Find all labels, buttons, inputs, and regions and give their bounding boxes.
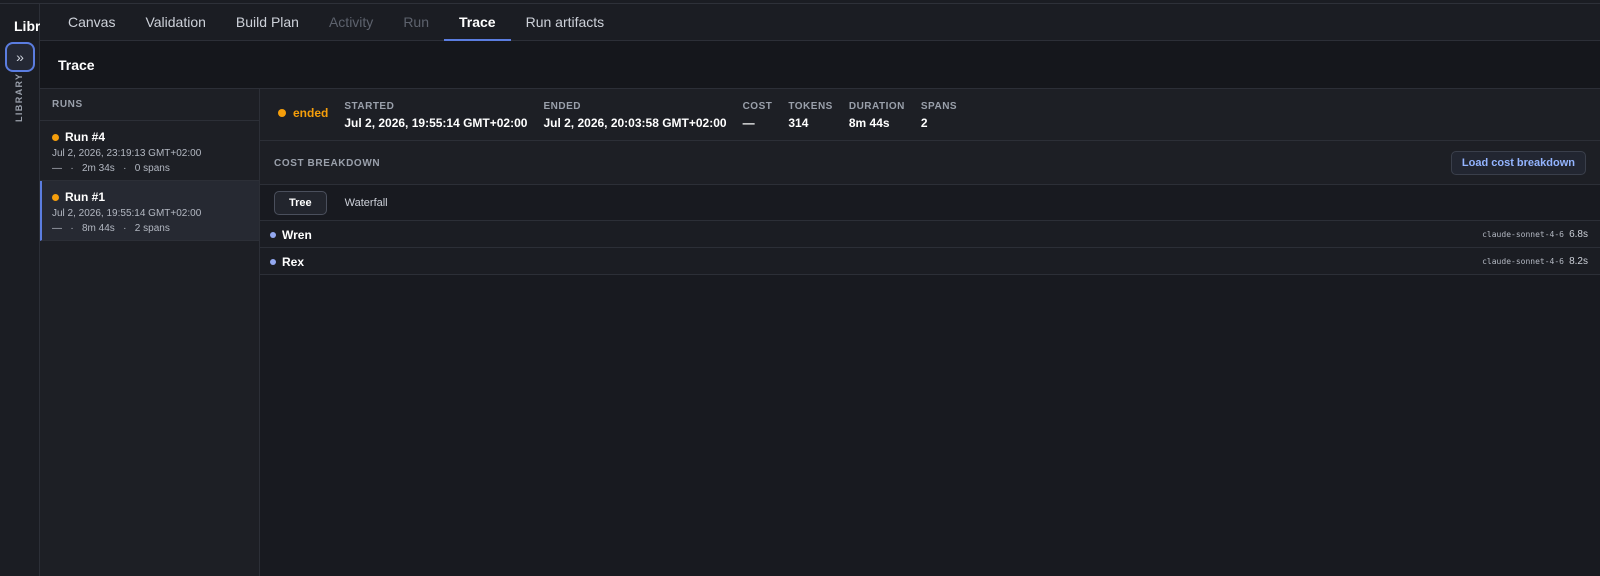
run-item-4[interactable]: Run #4 Jul 2, 2026, 23:19:13 GMT+02:00 —… <box>40 121 259 181</box>
span-name: Rex <box>282 255 305 269</box>
stat-label: TOKENS <box>788 101 833 112</box>
stat-value: Jul 2, 2026, 19:55:14 GMT+02:00 <box>344 116 528 130</box>
run-meta: — · 2m 34s · 0 spans <box>52 163 170 174</box>
library-rail: Libr » LIBRARY <box>0 4 40 576</box>
span-row-wren[interactable]: Wren claude-sonnet-4-6 6.8s <box>260 221 1600 248</box>
span-row-rex[interactable]: Rex claude-sonnet-4-6 8.2s <box>260 248 1600 275</box>
stat-label: STARTED <box>344 101 395 112</box>
double-chevron-right-icon: » <box>16 49 24 65</box>
tab-run-artifacts[interactable]: Run artifacts <box>511 4 620 40</box>
runs-sidebar: RUNS Run #4 Jul 2, 2026, 23:19:13 GMT+02… <box>40 89 260 576</box>
cost-breakdown-title: COST BREAKDOWN <box>274 158 381 169</box>
tab-activity[interactable]: Activity <box>314 4 388 40</box>
span-name: Wren <box>282 228 312 242</box>
stat-tokens: TOKENS 314 <box>788 101 833 130</box>
tab-run[interactable]: Run <box>388 4 444 40</box>
library-toggle-button[interactable]: » <box>5 42 35 72</box>
run-name-label: Run #4 <box>65 130 106 144</box>
run-status: ended <box>278 106 328 120</box>
run-duration: 2m 34s <box>82 163 115 174</box>
stat-value: 8m 44s <box>848 116 890 130</box>
library-title: Libr <box>14 18 40 34</box>
run-name: Run #4 <box>52 130 247 144</box>
run-cost: — <box>52 163 62 174</box>
stat-value: — <box>742 116 755 130</box>
run-meta: — · 8m 44s · 2 spans <box>52 223 170 234</box>
run-item-1[interactable]: Run #1 Jul 2, 2026, 19:55:14 GMT+02:00 —… <box>40 181 259 241</box>
run-duration: 8m 44s <box>82 223 115 234</box>
span-dot-icon <box>270 232 276 238</box>
stat-spans: SPANS 2 <box>921 101 957 130</box>
run-span-count: 2 spans <box>134 223 170 234</box>
run-cost: — <box>52 223 62 234</box>
run-summary-bar: ended STARTED Jul 2, 2026, 19:55:14 GMT+… <box>260 89 1600 141</box>
page-header: Trace <box>40 41 1600 89</box>
stat-duration: DURATION 8m 44s <box>849 101 905 130</box>
library-vertical-label: LIBRARY <box>14 72 24 122</box>
tab-build-plan[interactable]: Build Plan <box>221 4 314 40</box>
view-toggle: Tree Waterfall <box>260 185 1600 221</box>
stat-started: STARTED Jul 2, 2026, 19:55:14 GMT+02:00 <box>344 101 527 130</box>
run-span-count: 0 spans <box>134 163 170 174</box>
span-model: claude-sonnet-4-6 <box>1482 257 1564 266</box>
run-name: Run #1 <box>52 190 247 204</box>
cost-breakdown-section: COST BREAKDOWN Load cost breakdown <box>260 141 1600 185</box>
trace-main-panel: ended STARTED Jul 2, 2026, 19:55:14 GMT+… <box>260 89 1600 576</box>
span-duration: 6.8s <box>1569 229 1588 240</box>
main-tab-bar: Canvas Validation Build Plan Activity Ru… <box>40 4 1600 41</box>
stat-label: SPANS <box>920 101 958 112</box>
tab-validation[interactable]: Validation <box>130 4 220 40</box>
status-dot-icon <box>278 109 286 117</box>
run-status-label: ended <box>293 106 329 120</box>
view-waterfall-button[interactable]: Waterfall <box>331 191 402 215</box>
status-dot-icon <box>52 133 59 141</box>
stat-ended: ENDED Jul 2, 2026, 20:03:58 GMT+02:00 <box>543 101 726 130</box>
view-tree-button[interactable]: Tree <box>274 190 327 215</box>
runs-header: RUNS <box>40 89 259 121</box>
stat-cost: COST — <box>743 101 773 130</box>
span-model: claude-sonnet-4-6 <box>1482 230 1564 239</box>
stat-label: COST <box>742 101 773 112</box>
stat-value: 2 <box>920 116 928 130</box>
load-cost-breakdown-button[interactable]: Load cost breakdown <box>1450 151 1586 175</box>
tab-trace[interactable]: Trace <box>444 4 511 41</box>
run-date: Jul 2, 2026, 19:55:14 GMT+02:00 <box>52 208 202 219</box>
span-duration: 8.2s <box>1569 256 1588 267</box>
stat-label: ENDED <box>543 101 581 112</box>
span-dot-icon <box>270 259 276 265</box>
stat-value: 314 <box>788 116 809 130</box>
stat-label: DURATION <box>848 101 905 112</box>
run-date: Jul 2, 2026, 23:19:13 GMT+02:00 <box>52 148 202 159</box>
run-name-label: Run #1 <box>65 190 106 204</box>
stat-value: Jul 2, 2026, 20:03:58 GMT+02:00 <box>543 116 727 130</box>
status-dot-icon <box>52 193 59 201</box>
tab-canvas[interactable]: Canvas <box>53 4 130 40</box>
page-title: Trace <box>58 57 95 73</box>
